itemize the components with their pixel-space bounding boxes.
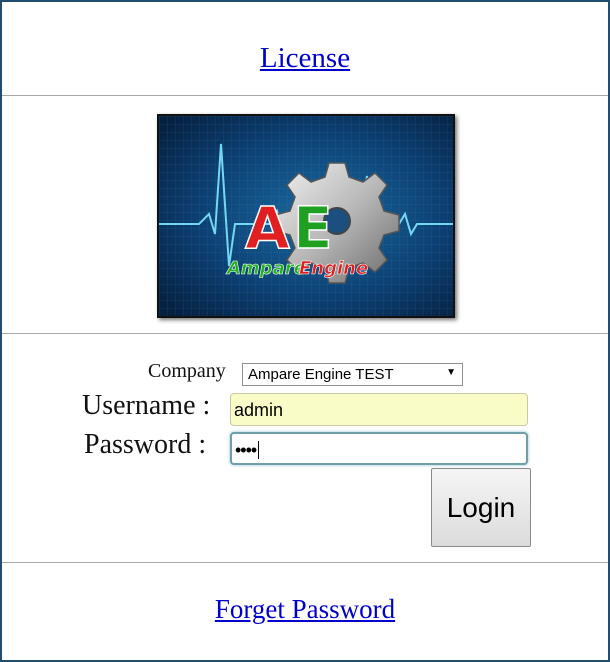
- forget-password-section: Forget Password: [2, 563, 608, 660]
- username-value: admin: [234, 400, 284, 420]
- forget-password-link[interactable]: Forget Password: [2, 594, 608, 625]
- login-form: Company Ampare Engine TEST ▼ Username : …: [2, 334, 608, 563]
- text-cursor: [258, 441, 260, 459]
- logo-section: A E Ampare Engine: [2, 96, 608, 334]
- logo-graphic: A E Ampare Engine: [159, 116, 453, 316]
- svg-text:Engine: Engine: [299, 258, 368, 279]
- username-label: Username :: [82, 390, 211, 421]
- svg-text:E: E: [293, 194, 333, 262]
- password-label: Password :: [84, 429, 207, 460]
- company-label: Company: [148, 360, 226, 382]
- password-value: ••••: [235, 440, 257, 460]
- svg-text:Ampare: Ampare: [225, 258, 306, 279]
- license-link[interactable]: License: [2, 42, 608, 75]
- license-section: License: [2, 2, 608, 96]
- login-button[interactable]: Login: [431, 468, 531, 547]
- ampare-engine-logo: A E Ampare Engine: [157, 114, 455, 318]
- username-field[interactable]: admin: [230, 393, 528, 426]
- svg-text:A: A: [245, 194, 290, 262]
- password-field[interactable]: ••••: [230, 432, 528, 465]
- company-select[interactable]: Ampare Engine TEST ▼: [242, 363, 463, 386]
- dropdown-arrow-icon: ▼: [446, 367, 456, 378]
- company-select-value: Ampare Engine TEST: [248, 366, 394, 383]
- login-page: License A E Ampare Engine Company Ampare…: [0, 0, 610, 662]
